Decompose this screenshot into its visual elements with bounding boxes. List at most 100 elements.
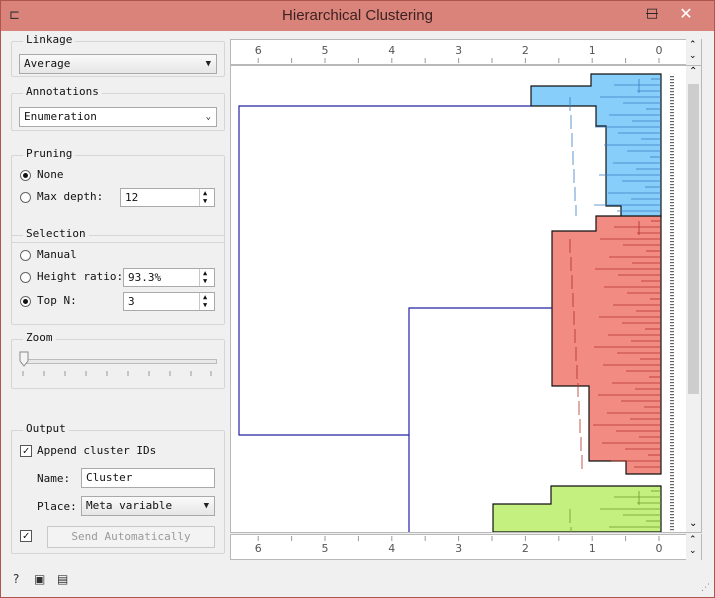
leaf-label	[670, 196, 674, 198]
leaf-label	[670, 451, 674, 453]
minimize-button-2[interactable]	[607, 3, 637, 25]
save-icon[interactable]: ▣	[34, 572, 45, 586]
leaf-label	[670, 352, 674, 354]
axis-tick-label: 4	[388, 44, 395, 57]
close-button[interactable]: ✕	[671, 3, 701, 25]
resize-grip-icon[interactable]: ⋰	[701, 583, 710, 593]
maximize-button[interactable]: □	[637, 3, 667, 25]
leaf-label	[670, 358, 674, 360]
place-combo[interactable]: Meta variable ▼	[81, 496, 215, 516]
help-icon[interactable]: ?	[13, 572, 19, 586]
leaf-label	[670, 190, 674, 192]
bottom-axis-scroll[interactable]: ⌃ ⌄	[686, 534, 701, 560]
name-field[interactable]: Cluster	[81, 468, 215, 488]
leaf-label	[670, 214, 674, 216]
leaf-label	[670, 172, 674, 174]
root-link	[238, 105, 531, 436]
leaf-label	[670, 82, 674, 84]
height-ratio-spinbox[interactable]: 93.3% ▲ ▼	[123, 268, 215, 287]
top-n-spinbox[interactable]: 3 ▲ ▼	[123, 292, 215, 311]
top-axis-svg: 6 5 4 3 2 1 0	[255, 44, 663, 63]
leaf-label	[670, 379, 674, 381]
dendrogram-view[interactable]	[230, 65, 702, 533]
selection-title: Selection	[23, 227, 89, 240]
send-automatically-button[interactable]: Send Automatically	[47, 526, 215, 548]
axis-tick-label: 4	[388, 542, 395, 555]
linkage-combo[interactable]: Average ▼	[19, 54, 217, 74]
leaf-label	[670, 376, 674, 378]
leaf-label	[670, 307, 674, 309]
selection-height-ratio-radio[interactable]	[20, 272, 31, 283]
leaf-label	[670, 178, 674, 180]
leaf-label	[670, 508, 674, 510]
selection-manual-radio[interactable]	[20, 250, 31, 261]
leaf-label	[670, 280, 674, 282]
title-bar: ⊏ Hierarchical Clustering — □ ✕	[1, 1, 714, 31]
leaf-label	[670, 100, 674, 102]
leaf-label	[670, 265, 674, 267]
leaf-label	[670, 124, 674, 126]
cluster-blue-region[interactable]	[530, 73, 662, 218]
spin-buttons[interactable]: ▲ ▼	[199, 293, 214, 310]
leaf-label	[670, 418, 674, 420]
axis-tick-label: 2	[522, 542, 529, 555]
pruning-title: Pruning	[23, 147, 76, 160]
send-automatically-checkbox[interactable]: ✓	[20, 530, 32, 542]
leaf-label	[670, 184, 674, 186]
scrollbar-thumb[interactable]	[688, 84, 699, 394]
zoom-slider-handle[interactable]	[19, 351, 29, 367]
top-axis-scroll[interactable]: ⌃ ⌄	[686, 39, 701, 65]
leaf-label	[670, 163, 674, 165]
leaf-label	[670, 343, 674, 345]
max-depth-spinbox[interactable]: 12 ▲ ▼	[120, 188, 215, 207]
axis-tick-label: 1	[589, 44, 596, 57]
leaf-label	[670, 115, 674, 117]
leaf-label	[670, 277, 674, 279]
axis-tick-label: 3	[455, 542, 462, 555]
output-title: Output	[23, 422, 69, 435]
height-ratio-value: 93.3%	[128, 271, 162, 284]
leaf-label	[670, 274, 674, 276]
top-n-value: 3	[128, 295, 135, 308]
chevron-down-icon: ▼	[203, 501, 209, 511]
leaf-label	[670, 385, 674, 387]
control-panel: Linkage Average ▼ Annotations Enumeratio…	[1, 31, 227, 561]
leaf-label	[670, 139, 674, 141]
leaf-label	[670, 490, 674, 492]
leaf-label	[670, 235, 674, 237]
max-depth-value: 12	[125, 191, 139, 204]
leaf-label	[670, 457, 674, 459]
leaf-label	[670, 223, 674, 225]
zoom-slider-track[interactable]	[21, 359, 217, 364]
leaf-label	[670, 118, 674, 120]
axis-tick-label: 0	[656, 44, 663, 57]
leaf-label	[670, 478, 674, 480]
dendrogram-scrollbar[interactable]: ⌃ ⌄	[686, 66, 701, 532]
append-cluster-ids-checkbox[interactable]: ✓	[20, 445, 32, 457]
cluster-red-region[interactable]	[551, 215, 662, 475]
axis-tick-label: 0	[656, 542, 663, 555]
spin-buttons[interactable]: ▲ ▼	[199, 189, 214, 206]
leaf-label	[670, 166, 674, 168]
leaf-label	[670, 502, 674, 504]
leaf-label	[670, 511, 674, 513]
leaf-label	[670, 472, 674, 474]
leaf-label	[670, 298, 674, 300]
leaf-label	[670, 514, 674, 516]
report-icon[interactable]: ▤	[57, 572, 68, 586]
spin-buttons[interactable]: ▲ ▼	[199, 269, 214, 286]
leaf-label	[670, 448, 674, 450]
pruning-none-radio[interactable]	[20, 170, 31, 181]
annotations-combo[interactable]: Enumeration ⌄	[19, 107, 217, 127]
pruning-max-depth-radio[interactable]	[20, 192, 31, 203]
leaf-label	[670, 475, 674, 477]
sub-link	[408, 307, 552, 532]
selection-top-n-radio[interactable]	[20, 296, 31, 307]
leaf-label	[670, 319, 674, 321]
leaf-label	[670, 496, 674, 498]
leaf-label	[670, 256, 674, 258]
chevron-down-icon: ⌄	[205, 112, 211, 122]
leaf-label	[670, 328, 674, 330]
spin-down-icon: ▼	[203, 301, 208, 309]
leaf-label	[670, 295, 674, 297]
